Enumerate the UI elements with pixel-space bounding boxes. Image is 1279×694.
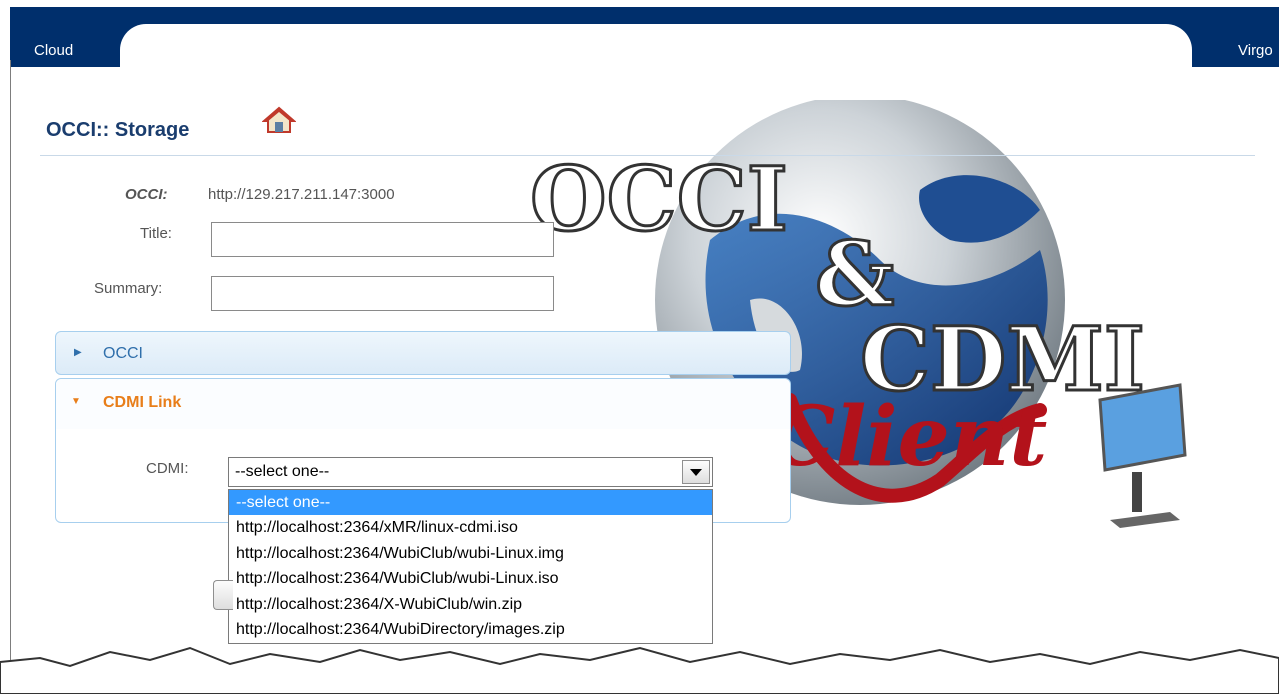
chevron-down-icon: ▼ <box>71 396 81 407</box>
top-nav: Cloud Virgo <box>0 0 1279 84</box>
accordion-cdmi-header[interactable]: ▼ CDMI Link <box>56 379 790 429</box>
summary-label: Summary: <box>94 280 163 297</box>
cdmi-label: CDMI: <box>146 460 189 477</box>
dropdown-option[interactable]: http://localhost:2364/X-WubiClub/win.zip <box>229 592 712 617</box>
occi-label: OCCI: <box>125 186 168 203</box>
occi-endpoint-value: http://129.217.211.147:3000 <box>208 186 395 203</box>
accordion-occi-label: OCCI <box>103 345 143 362</box>
dropdown-button[interactable] <box>682 460 710 484</box>
nav-virgo-link[interactable]: Virgo <box>1238 42 1273 59</box>
triangle-down-icon <box>690 469 702 476</box>
accordion-occi-header[interactable]: ▶ OCCI <box>55 331 791 375</box>
summary-input[interactable] <box>211 276 554 311</box>
title-label: Title: <box>140 225 172 242</box>
nav-cloud-link[interactable]: Cloud <box>34 42 73 59</box>
dropdown-option[interactable]: http://localhost:2364/WubiClub/wubi-Linu… <box>229 566 712 591</box>
chevron-right-icon: ▶ <box>74 347 82 358</box>
title-input[interactable] <box>211 222 554 257</box>
nav-tab-cutout <box>120 24 1192 84</box>
torn-edge-decoration <box>0 646 1279 694</box>
home-icon[interactable] <box>262 106 296 134</box>
cdmi-select[interactable]: --select one-- <box>228 457 713 487</box>
dropdown-option[interactable]: http://localhost:2364/WubiDirectory/imag… <box>229 617 712 642</box>
obscured-button[interactable] <box>213 580 233 610</box>
accordion-cdmi-label: CDMI Link <box>103 394 182 411</box>
cdmi-select-value: --select one-- <box>235 463 330 480</box>
frame-border <box>10 60 11 660</box>
header-divider <box>40 155 1255 156</box>
logo-text-occi: OCCI <box>530 147 788 251</box>
dropdown-option[interactable]: --select one-- <box>229 490 712 516</box>
monitor-icon <box>1098 383 1187 528</box>
page-title: OCCI:: Storage <box>46 119 190 141</box>
dropdown-option[interactable]: http://localhost:2364/WubiClub/wubi-Linu… <box>229 541 712 566</box>
cdmi-dropdown-list: --select one-- http://localhost:2364/xMR… <box>228 489 713 644</box>
dropdown-option[interactable]: http://localhost:2364/xMR/linux-cdmi.iso <box>229 515 712 540</box>
logo-text-script: Client <box>770 389 1047 485</box>
